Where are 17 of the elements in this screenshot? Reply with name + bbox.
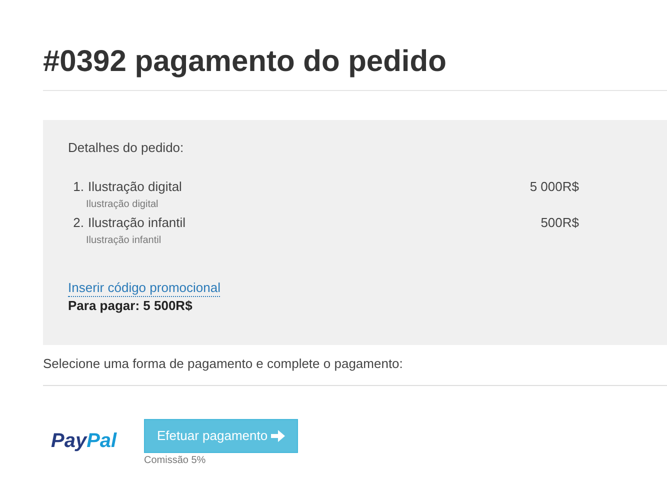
pay-button[interactable]: Efetuar pagamento xyxy=(144,419,298,453)
item-name: Ilustração infantil xyxy=(88,214,186,232)
payment-instruction: Selecione uma forma de pagamento e complete o pagamento: xyxy=(43,356,404,372)
promo-code-link[interactable]: Inserir código promocional xyxy=(68,279,220,297)
commission-note: Comissão 5% xyxy=(144,454,206,468)
item-name: Ilustração digital xyxy=(88,178,182,196)
item-description: Ilustração digital xyxy=(86,198,158,212)
arrow-right-icon xyxy=(270,430,285,442)
page-title: #0392 pagamento do pedido xyxy=(43,44,448,80)
item-description: Ilustração infantil xyxy=(86,234,162,248)
item-price: 5 000R$ xyxy=(530,178,579,196)
order-heading: Detalhes do pedido: xyxy=(68,140,185,156)
total-amount: Para pagar: 5 500R$ xyxy=(68,297,192,315)
item-number: 2. xyxy=(72,214,84,232)
paypal-logo: PayPal xyxy=(51,429,118,453)
item-price: 500R$ xyxy=(540,214,579,232)
item-number: 1. xyxy=(72,178,84,196)
